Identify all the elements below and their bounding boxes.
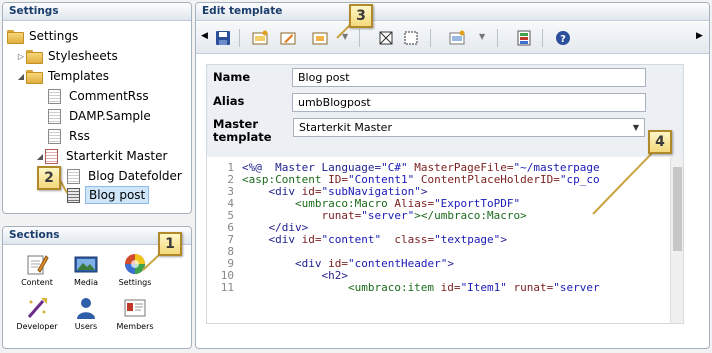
section-label: Users <box>74 322 98 331</box>
tree-item-templates[interactable]: ◢ Templates <box>16 67 112 85</box>
tree-item-stylesheets[interactable]: ▷ Stylesheets <box>16 47 121 65</box>
save-icon[interactable] <box>215 30 231 46</box>
media-icon <box>74 256 98 273</box>
template-label-line: template <box>213 130 272 144</box>
edit-template-header: Edit template <box>196 3 709 21</box>
tree-item-label: Rss <box>69 129 90 143</box>
toolbar-separator <box>239 29 240 47</box>
section-label: Members <box>116 322 154 331</box>
template-icon <box>67 168 80 184</box>
developer-icon <box>27 298 47 318</box>
insert-macro-icon[interactable] <box>312 30 328 46</box>
tree-item-label: Blog post <box>85 186 150 204</box>
tree-item-label: Stylesheets <box>48 49 118 63</box>
folder-icon <box>26 70 43 84</box>
folder-icon <box>7 30 24 44</box>
master-template-select[interactable]: Starterkit Master ▼ <box>293 118 645 137</box>
scrollbar-thumb[interactable] <box>673 167 682 251</box>
template-icon <box>67 187 80 203</box>
callout-3: 3 <box>349 4 373 28</box>
tree-item-label: Settings <box>29 29 79 43</box>
toolbar-separator <box>542 29 543 47</box>
settings-panel: Settings Settings ▷ Stylesheets ◢ Templa… <box>2 2 192 214</box>
users-icon <box>77 298 95 319</box>
insert-inline-code-icon[interactable] <box>280 30 296 46</box>
help-icon[interactable]: ? <box>555 30 571 46</box>
template-preview-icon[interactable] <box>516 30 532 46</box>
template-icon <box>48 108 61 124</box>
section-label: Developer <box>16 322 58 331</box>
callout-4: 4 <box>648 130 672 154</box>
code-editor[interactable]: 1 <%@ Master Language="C#" MasterPageFile… <box>207 157 683 323</box>
code-line: 8 <box>227 245 234 258</box>
section-label: Media <box>73 278 99 287</box>
edit-template-panel: Edit template ◀ ▼ ▼ ? ▶ Name Blog post A… <box>195 2 710 349</box>
section-developer[interactable]: Developer <box>14 297 60 331</box>
section-settings[interactable]: Settings <box>112 253 158 287</box>
tree-item-label: CommentRss <box>69 89 149 103</box>
toolbar-separator <box>430 29 431 47</box>
callout-2: 2 <box>37 166 61 190</box>
tree-item-label: Blog Datefolder <box>88 169 182 183</box>
insert-content-area-icon[interactable] <box>403 30 419 46</box>
section-users[interactable]: Users <box>63 297 109 331</box>
toolbar-scroll-right-icon[interactable]: ▶ <box>696 31 703 41</box>
insert-field-icon[interactable] <box>252 30 268 46</box>
dropdown-arrow-icon[interactable]: ▼ <box>342 32 348 41</box>
name-label: Name <box>213 70 251 84</box>
chevron-down-icon: ▼ <box>632 123 640 132</box>
section-members[interactable]: Members <box>112 297 158 331</box>
toolbar-separator <box>359 29 360 47</box>
master-template-label: Master template <box>213 118 272 144</box>
content-placeholder-icon[interactable] <box>378 30 394 46</box>
alias-label: Alias <box>213 94 245 108</box>
tree-item-settings[interactable]: Settings <box>7 27 81 45</box>
expand-arrow-icon[interactable]: ▷ <box>16 52 26 61</box>
folder-icon <box>26 50 43 64</box>
settings-panel-header: Settings <box>3 3 191 21</box>
code-line: 11 <umbraco:item id="Item1" runat="serve… <box>220 281 600 294</box>
section-media[interactable]: Media <box>63 253 109 287</box>
master-template-icon <box>45 148 58 164</box>
template-icon <box>48 128 61 144</box>
svg-text:?: ? <box>560 34 566 45</box>
tree-item-starterkit-master[interactable]: ◢ Starterkit Master <box>35 147 170 165</box>
tree-item-label: Templates <box>48 69 110 83</box>
editor-toolbar: ◀ ▼ ▼ ? ▶ <box>196 22 709 54</box>
name-field[interactable]: Blog post <box>292 68 646 87</box>
collapse-arrow-icon[interactable]: ◢ <box>35 152 45 161</box>
settings-icon <box>125 254 145 274</box>
collapse-arrow-icon[interactable]: ◢ <box>16 72 26 81</box>
alias-field[interactable]: umbBlogpost <box>292 93 646 112</box>
toolbar-scroll-left-icon[interactable]: ◀ <box>201 31 208 41</box>
section-label: Content <box>21 278 53 287</box>
dropdown-arrow-icon[interactable]: ▼ <box>479 32 485 41</box>
template-icon <box>48 88 61 104</box>
toolbar-separator <box>497 29 498 47</box>
tree-item-damp-sample[interactable]: DAMP.Sample <box>48 107 154 125</box>
members-icon <box>124 299 146 317</box>
tree-item-blog-datefolder[interactable]: Blog Datefolder <box>67 167 185 185</box>
section-label: Settings <box>118 278 152 287</box>
tree-item-label: Starterkit Master <box>66 149 168 163</box>
content-icon <box>27 255 49 275</box>
callout-1: 1 <box>158 232 182 256</box>
tree-item-label: DAMP.Sample <box>69 109 151 123</box>
tree-item-blog-post[interactable]: Blog post <box>67 186 150 204</box>
section-content[interactable]: Content <box>14 253 60 287</box>
code-line: 7 <div id="content" class="textpage"> <box>227 233 507 246</box>
tree-item-rss[interactable]: Rss <box>48 127 93 145</box>
tree-item-commentrss[interactable]: CommentRss <box>48 87 152 105</box>
editor-scrollbar[interactable] <box>670 157 683 323</box>
insert-umbraco-page-field-icon[interactable] <box>449 30 465 46</box>
master-template-value: Starterkit Master <box>299 121 392 134</box>
template-form: Name Blog post Alias umbBlogpost Master … <box>206 64 684 324</box>
